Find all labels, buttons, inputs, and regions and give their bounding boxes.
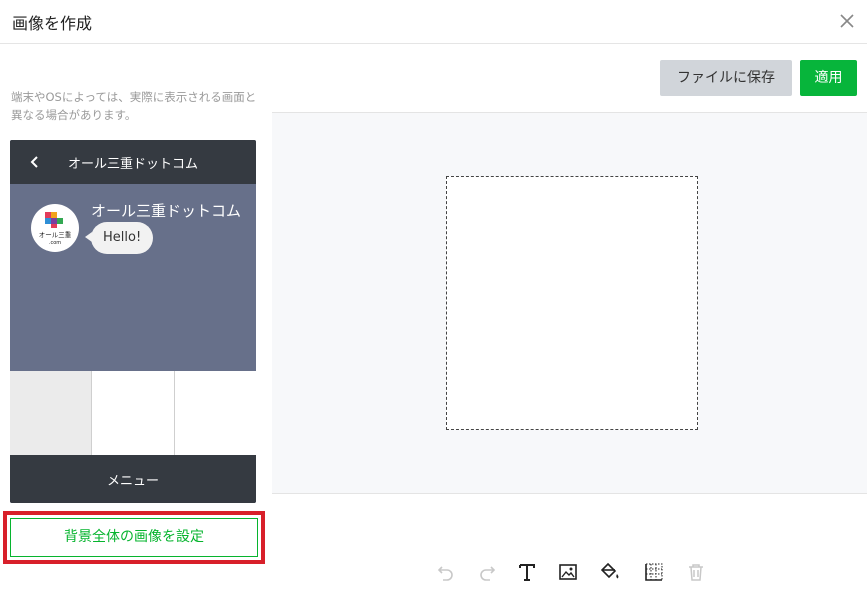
device-note: 端末やOSによっては、実際に表示される画面と異なる場合があります。 — [11, 90, 257, 122]
fill-icon[interactable] — [598, 560, 622, 584]
chat-message-bubble: Hello! — [84, 222, 154, 254]
menu-cell-2[interactable] — [92, 371, 175, 455]
chat-sender-name: オール三重ドットコム — [91, 202, 242, 220]
editor-toolbar: ファイルに保存 適用 — [272, 44, 867, 113]
phone-menu-bar: メニュー — [10, 455, 256, 503]
menu-cell-3[interactable] — [174, 371, 256, 455]
svg-text:オール三重: オール三重 — [39, 231, 72, 239]
avatar: オール三重 .com — [31, 204, 79, 252]
create-image-dialog: 画像を作成 端末やOSによっては、実際に表示される画面と異なる場合があります。 … — [0, 0, 867, 599]
image-icon[interactable] — [556, 560, 580, 584]
dialog-title: 画像を作成 — [12, 14, 93, 33]
phone-header: オール三重ドットコム — [10, 140, 256, 184]
highlight-frame: 背景全体の画像を設定 — [3, 511, 265, 564]
preview-panel: 端末やOSによっては、実際に表示される画面と異なる場合があります。 オール三重ド… — [0, 44, 272, 599]
phone-header-title: オール三重ドットコム — [67, 157, 198, 172]
canvas-area — [272, 113, 867, 493]
editor-panel: ファイルに保存 適用 — [272, 44, 867, 599]
grid-icon[interactable] — [642, 560, 666, 584]
editing-canvas[interactable] — [446, 176, 698, 430]
phone-preview: オール三重ドットコム オール三重 .com オール三重ドットコム Hello! — [10, 140, 256, 503]
tool-bar — [272, 493, 867, 599]
text-icon[interactable] — [515, 560, 539, 584]
rich-menu-grid — [10, 371, 256, 455]
undo-icon[interactable] — [434, 560, 458, 584]
apply-button[interactable]: 適用 — [800, 60, 857, 96]
dialog-header: 画像を作成 — [0, 0, 867, 44]
trash-icon[interactable] — [684, 560, 708, 584]
redo-icon[interactable] — [475, 560, 499, 584]
set-background-image-button[interactable]: 背景全体の画像を設定 — [10, 518, 258, 557]
save-to-file-button[interactable]: ファイルに保存 — [660, 60, 792, 96]
menu-cell-1[interactable] — [10, 371, 93, 455]
menu-bar-label: メニュー — [106, 474, 159, 489]
close-icon[interactable] — [835, 9, 859, 33]
svg-text:.com: .com — [49, 240, 61, 246]
